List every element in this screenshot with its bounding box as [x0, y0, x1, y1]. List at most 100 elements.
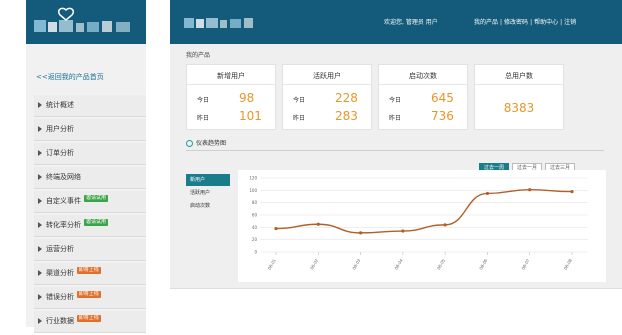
link-separator: | — [560, 19, 563, 26]
metric-tab[interactable]: 活跃用户 — [186, 187, 230, 199]
stat-card-title: 新增用户 — [217, 72, 245, 80]
sidebar-item[interactable]: 渠道分析 即将上线 — [34, 263, 146, 285]
back-to-products-link[interactable]: <<返回我的产品首页 — [36, 72, 104, 82]
caret-right-icon — [38, 246, 42, 252]
x-tick-label: 08-06 — [478, 258, 488, 271]
trend-chart: 0 20 40 60 80 100 120 08-01 08-02 08-03 08-04 08-05… — [238, 170, 606, 282]
sidebar-item-label: 行业数据 — [46, 317, 74, 325]
product-logo — [34, 7, 130, 32]
link-separator: | — [500, 19, 503, 26]
y-tick-label: 0 — [254, 250, 257, 255]
stat-card-active-users: 活跃用户 今日 228 昨日 283 — [282, 64, 372, 130]
sidebar-item-label: 渠道分析 — [46, 269, 74, 277]
metric-tabs: 新用户 活跃用户 启动次数 — [186, 174, 230, 213]
divider — [379, 84, 467, 85]
y-tick-label: 80 — [252, 200, 258, 205]
caret-right-icon — [38, 126, 42, 132]
sidebar-item[interactable]: 订单分析 — [34, 143, 146, 165]
sidebar-item[interactable]: 行业数据 即将上线 — [34, 311, 146, 333]
data-point — [485, 191, 490, 196]
caret-right-icon — [38, 102, 42, 108]
header-logo — [184, 18, 253, 28]
caret-right-icon — [38, 198, 42, 204]
sidebar-item[interactable]: 错误分析 即将上线 — [34, 287, 146, 309]
stat-card-new-users: 新增用户 今日 98 昨日 101 — [186, 64, 276, 130]
stat-card-launches: 启动次数 今日 645 昨日 736 — [378, 64, 468, 130]
x-tick-label: 08-07 — [520, 258, 530, 271]
data-point — [570, 189, 574, 194]
x-tick-label: 08-03 — [351, 258, 361, 271]
metric-tab[interactable]: 新用户 — [186, 174, 230, 186]
status-badge: 即将上线 — [76, 315, 101, 322]
data-point — [274, 226, 278, 231]
y-tick-label: 40 — [252, 225, 258, 230]
sidebar-item[interactable]: 统计概述 — [34, 95, 146, 117]
main-panel: 欢迎您, 管理员 用户 我的产品 | 修改密码 | 帮助中心 | 注销 我的产品 新增用户 … — [170, 0, 622, 289]
sidebar-item-label: 转化率分析 — [46, 221, 81, 229]
link-separator: | — [530, 19, 533, 26]
status-badge: 即将上线 — [76, 291, 101, 298]
y-tick-label: 120 — [249, 176, 257, 181]
divider — [475, 84, 563, 85]
x-tick-label: 08-01 — [267, 258, 277, 271]
status-badge: 邀请试用 — [84, 195, 109, 202]
trend-chart-svg: 0 20 40 60 80 100 120 08-01 08-02 08-03 08-04 08-05… — [249, 176, 588, 271]
header-link[interactable]: 修改密码 — [504, 19, 528, 26]
yesterday-value: 101 — [239, 109, 262, 123]
sidebar-item[interactable]: 用户分析 — [34, 119, 146, 141]
sidebar-item-label: 用户分析 — [46, 125, 74, 133]
data-point — [528, 188, 532, 192]
stat-card-title: 启动次数 — [409, 72, 437, 80]
sidebar-item-label: 自定义事件 — [46, 197, 81, 205]
divider — [283, 84, 371, 85]
sidebar-item[interactable]: 运营分析 — [34, 239, 146, 261]
caret-right-icon — [38, 318, 42, 324]
top-bar: 欢迎您, 管理员 用户 我的产品 | 修改密码 | 帮助中心 | 注销 — [170, 0, 622, 44]
left-header — [26, 0, 146, 44]
caret-right-icon — [38, 294, 42, 300]
stat-card-title: 总用户数 — [505, 72, 533, 80]
top-links: 我的产品 | 修改密码 | 帮助中心 | 注销 — [474, 17, 578, 26]
sidebar-item[interactable]: 自定义事件 邀请试用 — [34, 191, 146, 213]
trend-header: 仪表趋势图 — [186, 138, 226, 147]
header-link[interactable]: 注销 — [564, 19, 576, 26]
header-link[interactable]: 帮助中心 — [534, 19, 558, 26]
sidebar-menu: 统计概述 用户分析 订单分析 终端及网络 自定义事件 邀请试用 转化率分析 邀请试用 运营分析渠… — [34, 95, 146, 335]
sidebar-item-label: 统计概述 — [46, 101, 74, 109]
total-users-value: 8383 — [503, 101, 535, 115]
section-title: 我的产品 — [186, 52, 211, 59]
caret-right-icon — [38, 174, 42, 180]
yesterday-value: 283 — [335, 109, 358, 123]
stat-card-total-users: 总用户数 8383 — [474, 64, 564, 130]
welcome-text: 欢迎您, 管理员 用户 — [384, 19, 438, 26]
x-tick-label: 08-05 — [436, 258, 446, 271]
sidebar-item-label: 订单分析 — [46, 149, 74, 157]
metric-tab[interactable]: 启动次数 — [186, 200, 230, 212]
divider — [186, 150, 604, 151]
trend-icon — [186, 140, 193, 147]
header-link[interactable]: 我的产品 — [474, 19, 498, 26]
today-value: 98 — [239, 91, 255, 105]
sidebar-item-label: 错误分析 — [46, 293, 74, 301]
today-label: 今日 — [389, 97, 402, 104]
y-tick-label: 60 — [252, 213, 258, 218]
caret-right-icon — [38, 150, 42, 156]
yesterday-label: 昨日 — [293, 115, 306, 122]
data-point — [358, 231, 363, 235]
data-point — [316, 222, 320, 226]
y-tick-label: 100 — [249, 188, 257, 193]
x-tick-label: 08-08 — [563, 258, 573, 271]
trend-title: 仪表趋势图 — [196, 140, 227, 147]
today-label: 今日 — [293, 97, 306, 104]
stat-card-title: 活跃用户 — [313, 72, 341, 80]
caret-right-icon — [38, 270, 42, 276]
divider — [187, 84, 275, 85]
yesterday-label: 昨日 — [197, 115, 210, 122]
sidebar-item[interactable]: 终端及网络 — [34, 167, 146, 189]
data-point — [443, 223, 447, 227]
today-label: 今日 — [197, 97, 210, 104]
sidebar-item[interactable]: 转化率分析 邀请试用 — [34, 215, 146, 237]
today-value: 645 — [431, 91, 454, 105]
y-tick-label: 20 — [252, 237, 258, 242]
today-value: 228 — [335, 91, 358, 105]
